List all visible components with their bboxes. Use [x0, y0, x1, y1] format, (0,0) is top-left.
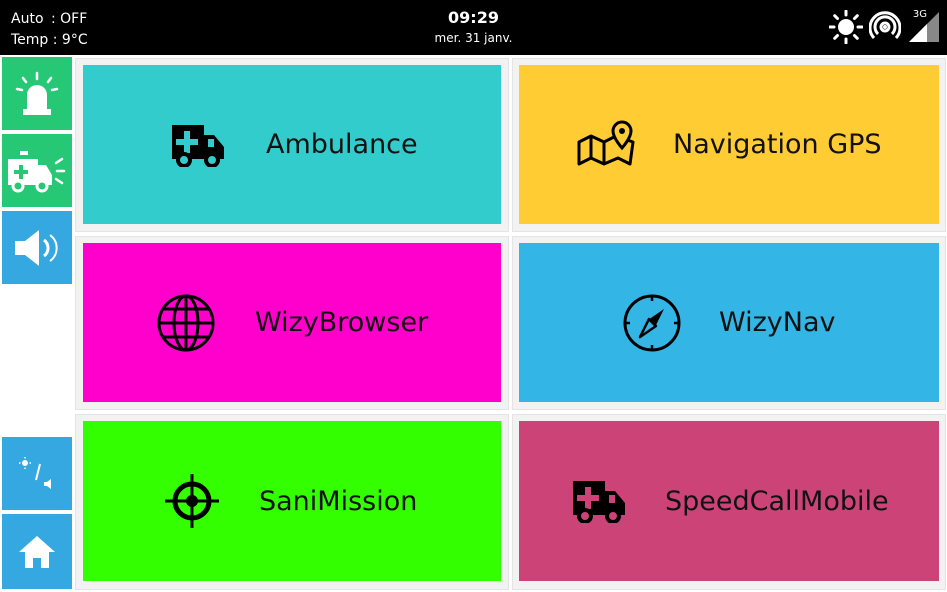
ambulance-tile[interactable]: Ambulance [83, 65, 501, 224]
brightness-volume-button[interactable] [2, 437, 72, 510]
crosshair-icon [161, 470, 223, 532]
clock: 09:29 [448, 8, 499, 27]
sanimission-label: SaniMission [259, 485, 418, 517]
globe-icon [155, 292, 217, 354]
ambulance-label: Ambulance [266, 129, 418, 160]
status-bar: Auto : OFF Temp : 9°C 09:29 mer. 31 janv… [0, 0, 947, 55]
speaker-icon [15, 229, 58, 266]
home-button[interactable] [2, 514, 72, 589]
cell-signal-icon [909, 12, 939, 42]
wizynav-tile[interactable]: WizyNav [519, 243, 939, 402]
compass-icon [621, 292, 683, 354]
speedcallmobile-tile[interactable]: SpeedCallMobile [519, 421, 939, 581]
brightness-icon [829, 10, 863, 44]
speaker-button[interactable] [2, 211, 72, 284]
ambulance-icon [569, 470, 631, 532]
siren-icon [15, 71, 59, 115]
navigation-gps-label: Navigation GPS [673, 129, 882, 160]
speedcallmobile-label: SpeedCallMobile [665, 485, 889, 517]
date: mer. 31 janv. [434, 31, 513, 45]
siren-button[interactable] [2, 57, 72, 130]
navigation-gps-tile[interactable]: Navigation GPS [519, 65, 939, 224]
gps-signal-icon [869, 11, 901, 40]
wizynav-label: WizyNav [719, 307, 836, 338]
ambulance-lights-button[interactable] [2, 134, 72, 207]
ambulance-lights-icon [8, 150, 66, 192]
map-pin-icon [575, 114, 637, 176]
home-icon [19, 535, 55, 568]
status-icons: 3G [829, 9, 941, 44]
wizybrowser-tile[interactable]: WizyBrowser [83, 243, 501, 402]
wizybrowser-label: WizyBrowser [255, 307, 429, 338]
clock-area: 09:29 mer. 31 janv. [0, 8, 947, 46]
ambulance-icon [168, 114, 230, 176]
sanimission-tile[interactable]: SaniMission [83, 421, 501, 581]
brightness-volume-icon [19, 456, 51, 489]
